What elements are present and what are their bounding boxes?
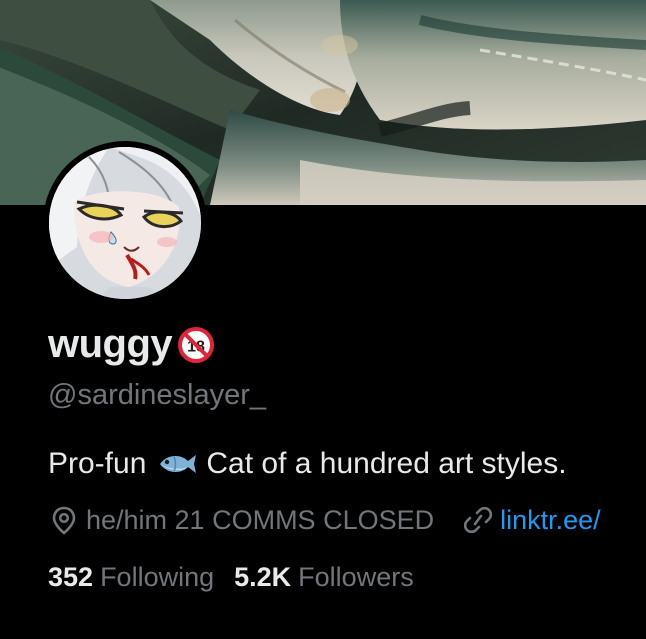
location-text: he/him 21 COMMS CLOSED [86,504,435,535]
bio-text-start: Pro-fun [48,447,147,480]
follow-stats: 352 Following 5.2K Followers [48,562,414,593]
followers-label: Followers [298,562,414,592]
user-handle: @sardineslayer_ [48,379,267,411]
followers-count: 5.2K [234,562,292,592]
display-name-text: wuggy [48,322,173,366]
bio-text-end: Cat of a hundred art styles. [206,447,567,480]
website-link[interactable]: linktr.ee/ [500,505,601,536]
link-icon [463,505,493,535]
profile-page: wuggy 18 @sardineslayer_ Pro-fun Cat of … [0,0,646,639]
followers-stat[interactable]: 5.2K Followers [234,562,414,593]
avatar-image [49,147,201,299]
display-name: wuggy 18 [48,322,215,367]
following-stat[interactable]: 352 Following [48,562,214,593]
profile-avatar[interactable] [43,141,207,305]
location-pin-icon [50,505,78,535]
profile-meta: he/him 21 COMMS CLOSED linktr.ee/ [50,503,601,537]
no-under-18-icon: 18 [178,326,215,363]
following-label: Following [100,562,215,592]
following-count: 352 [48,562,94,592]
profile-bio: Pro-fun Cat of a hundred art styles. [48,447,567,481]
fish-icon [156,449,198,479]
